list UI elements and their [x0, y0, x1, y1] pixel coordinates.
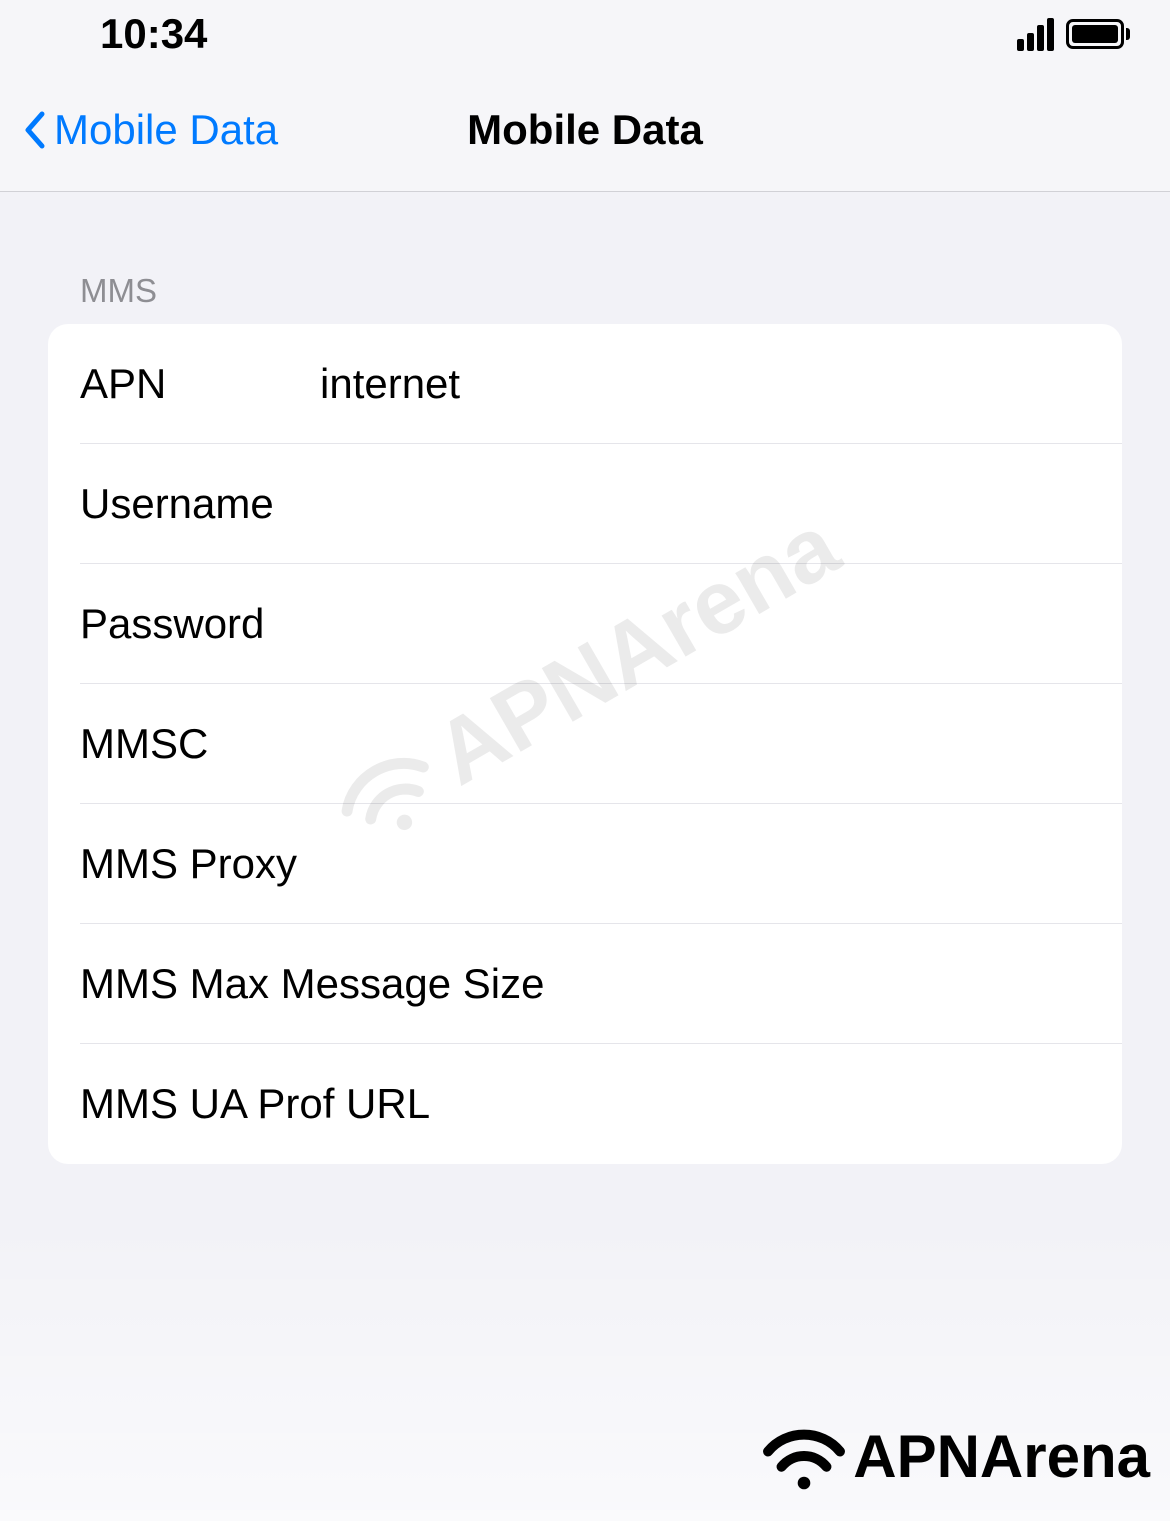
cellular-signal-icon — [1017, 18, 1054, 51]
back-button[interactable]: Mobile Data — [0, 106, 278, 154]
label-mms-max-size: MMS Max Message Size — [80, 960, 544, 1008]
footer-logo: APNArena — [759, 1411, 1150, 1501]
input-mms-ua-prof[interactable] — [430, 1044, 1122, 1164]
chevron-left-icon — [22, 110, 46, 150]
input-mms-max-size[interactable] — [544, 924, 1122, 1044]
settings-group-mms: APN Username Password MMSC MMS Proxy MMS… — [48, 324, 1122, 1164]
label-mms-proxy: MMS Proxy — [80, 840, 297, 888]
label-username: Username — [80, 480, 320, 528]
section-header-mms: MMS — [48, 272, 1122, 324]
row-mms-ua-prof[interactable]: MMS UA Prof URL — [48, 1044, 1122, 1164]
label-password: Password — [80, 600, 320, 648]
label-mms-ua-prof: MMS UA Prof URL — [80, 1080, 430, 1128]
row-mmsc[interactable]: MMSC — [48, 684, 1122, 804]
battery-icon — [1066, 19, 1130, 49]
wifi-icon — [759, 1411, 849, 1501]
row-password[interactable]: Password — [48, 564, 1122, 684]
input-username[interactable] — [320, 444, 1122, 564]
status-time: 10:34 — [100, 10, 207, 58]
row-apn[interactable]: APN — [48, 324, 1122, 444]
page-title: Mobile Data — [467, 106, 703, 154]
row-mms-proxy[interactable]: MMS Proxy — [48, 804, 1122, 924]
input-password[interactable] — [320, 564, 1122, 684]
input-mmsc[interactable] — [320, 684, 1122, 804]
input-apn[interactable] — [320, 324, 1122, 444]
back-label: Mobile Data — [54, 106, 278, 154]
nav-bar: Mobile Data Mobile Data — [0, 68, 1170, 192]
input-mms-proxy[interactable] — [297, 804, 1122, 924]
label-mmsc: MMSC — [80, 720, 320, 768]
row-username[interactable]: Username — [48, 444, 1122, 564]
status-bar: 10:34 — [0, 0, 1170, 68]
row-mms-max-size[interactable]: MMS Max Message Size — [48, 924, 1122, 1044]
label-apn: APN — [80, 360, 320, 408]
content: MMS APN Username Password MMSC MMS Proxy… — [0, 192, 1170, 1164]
status-indicators — [1017, 18, 1130, 51]
